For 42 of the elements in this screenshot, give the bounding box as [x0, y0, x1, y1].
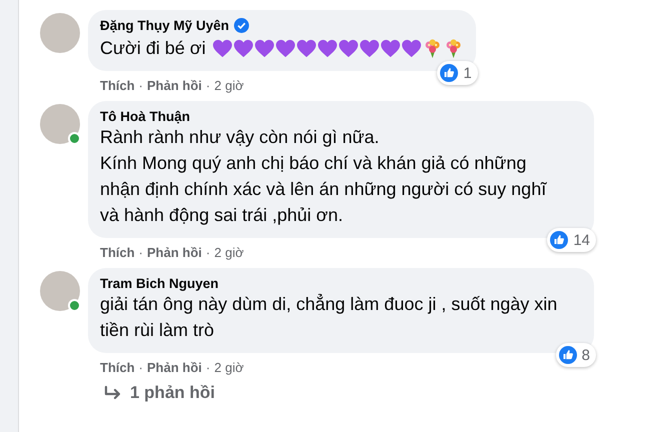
separator-dot: ·	[206, 244, 210, 260]
avatar[interactable]	[40, 104, 80, 144]
separator-dot: ·	[206, 360, 210, 374]
separator-dot: ·	[138, 78, 144, 92]
like-link[interactable]: Thích	[100, 78, 135, 92]
timestamp[interactable]: 2 giờ	[214, 244, 244, 260]
comment-text: Cười đi bé ơi	[100, 37, 206, 60]
heart-icon	[380, 38, 401, 58]
heart-icon	[232, 38, 254, 58]
comment-text: giải tán ông này dùm di, chẳng làm đuoc ji , suốt ngày xin tiền rùi làm trò	[100, 292, 558, 342]
avatar[interactable]	[40, 271, 80, 311]
heart-icon	[274, 38, 296, 58]
comment-text: Rành rành như vậy còn nói gì nữa. Kính Mong quý anh chị báo chí và khán giả có những nhận định chính xác và lên án những người có suy nghĩ và hành động sai trái ,phủi ơn.	[100, 126, 548, 227]
reply-link[interactable]: Phản hồi	[147, 78, 202, 92]
thumbs-up-icon	[440, 64, 458, 82]
timestamp[interactable]: 2 giờ	[214, 360, 244, 374]
timestamp[interactable]: 2 giờ	[214, 78, 244, 92]
heart-icon	[212, 38, 233, 58]
heart-icon	[316, 38, 338, 58]
thumbs-up-icon	[558, 346, 577, 364]
heart-icon	[400, 38, 422, 58]
separator-dot: ·	[206, 78, 210, 92]
heart-icon	[254, 38, 275, 58]
author-name[interactable]: Đặng Thụy Mỹ Uyên	[100, 18, 230, 33]
heart-icon	[296, 38, 317, 58]
reply-link[interactable]: Phản hồi	[147, 360, 202, 374]
like-link[interactable]: Thích	[100, 360, 135, 374]
author-name[interactable]: Tram Bich Nguyen	[100, 276, 219, 291]
reply-link[interactable]: Phản hồi	[147, 244, 202, 260]
avatar[interactable]	[40, 13, 80, 53]
like-count-badge[interactable]: 1	[437, 61, 478, 85]
like-count-badge[interactable]: 8	[556, 343, 596, 367]
author-name[interactable]: Tô Hoà Thuận	[100, 109, 190, 124]
like-count-badge[interactable]: 14	[547, 228, 596, 252]
view-replies-link[interactable]: 1 phản hồi	[104, 383, 660, 403]
separator-dot: ·	[138, 360, 144, 374]
reply-arrow-icon	[104, 385, 122, 401]
separator-dot: ·	[138, 244, 144, 260]
like-link[interactable]: Thích	[100, 244, 135, 260]
heart-icon	[358, 38, 380, 58]
heart-icon	[338, 38, 359, 58]
thumbs-up-icon	[550, 231, 568, 249]
